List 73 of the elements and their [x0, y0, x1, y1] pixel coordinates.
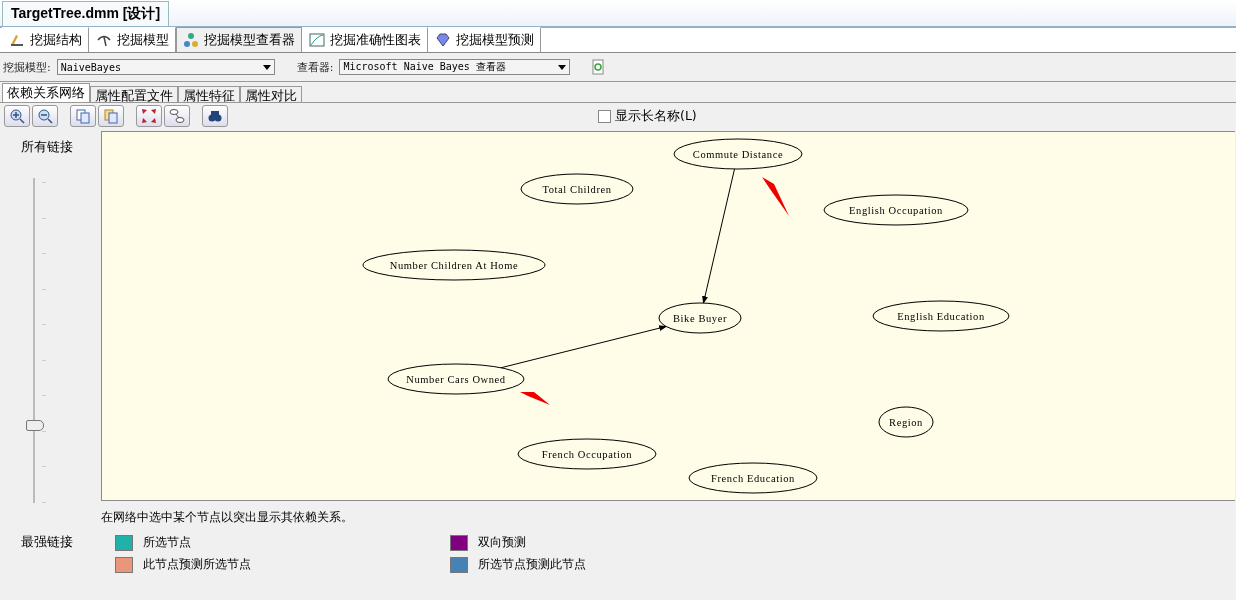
main-tab[interactable]: 挖掘模型 — [89, 27, 176, 52]
main-tab[interactable]: 挖掘模型预测 — [428, 27, 541, 52]
main-tab[interactable]: 挖掘准确性图表 — [302, 27, 428, 52]
tab-label: 挖掘模型查看器 — [204, 31, 295, 49]
view-tab[interactable]: 属性特征 — [178, 86, 240, 102]
diamond-icon — [435, 32, 451, 48]
document-tab[interactable]: TargetTree.dmm [设计] — [2, 1, 170, 26]
graph-node[interactable] — [872, 300, 1010, 332]
legend-label: 双向预测 — [478, 534, 526, 551]
binoculars-icon — [207, 108, 223, 124]
checkbox-label: 显示长名称(L) — [615, 107, 697, 125]
node-label: Commute Distance — [692, 149, 784, 160]
copy-icon — [75, 108, 91, 124]
zoom-in-icon — [9, 108, 25, 124]
hint-text: 在网络中选中某个节点以突出显示其依赖关系。 — [101, 509, 354, 526]
zoom-out-icon — [37, 108, 53, 124]
graph-node[interactable] — [362, 249, 546, 281]
nodes-icon — [169, 108, 185, 124]
fit-button[interactable] — [136, 105, 162, 127]
slider-bottom-label: 最强链接 — [20, 534, 73, 551]
refresh-icon — [590, 59, 607, 75]
main-tab[interactable]: 挖掘结构 — [2, 27, 89, 52]
layout-button[interactable] — [164, 105, 190, 127]
tab-label: 挖掘模型 — [117, 31, 169, 49]
view-tab[interactable]: 属性对比 — [240, 86, 302, 102]
legend-label: 此节点预测所选节点 — [143, 556, 251, 573]
graph-node[interactable] — [658, 302, 742, 334]
tab-label: 挖掘准确性图表 — [330, 31, 421, 49]
graph-node[interactable] — [878, 406, 934, 438]
slider-track[interactable] — [24, 176, 47, 501]
graph-node[interactable] — [387, 363, 525, 395]
node-label: Number Children At Home — [389, 260, 519, 271]
view-tab[interactable]: 属性配置文件 — [90, 86, 178, 102]
legend-label: 所选节点 — [143, 534, 191, 551]
zoom-out-button[interactable] — [32, 105, 58, 127]
viewer-dropdown[interactable]: Microsoft Naive Bayes 查看器 — [339, 59, 571, 75]
viewer-label: 查看器: — [296, 59, 334, 75]
pointer-arrow-icon — [762, 177, 789, 216]
copy-button[interactable] — [70, 105, 96, 127]
model-label: 挖掘模型: — [3, 59, 51, 75]
graph-node[interactable] — [688, 462, 818, 494]
main-tab[interactable]: 挖掘模型查看器 — [176, 27, 302, 52]
graph-node[interactable] — [823, 194, 969, 226]
tab-label: 挖掘模型预测 — [456, 31, 534, 49]
model-dropdown[interactable]: NaiveBayes — [56, 59, 275, 75]
graph-node[interactable] — [517, 438, 657, 470]
view-tab[interactable]: 依赖关系网络 — [2, 83, 90, 102]
chart-icon — [309, 32, 325, 48]
node-label: French Education — [711, 473, 795, 484]
node-label: Region — [889, 417, 923, 428]
find-button[interactable] — [202, 105, 228, 127]
dropdown-arrow-icon — [262, 64, 271, 70]
tab-label: 挖掘结构 — [30, 31, 82, 49]
node-label: Total Children — [542, 184, 612, 195]
ruler-icon — [9, 32, 25, 48]
pointer-arrow-icon — [520, 392, 550, 405]
dropdown-arrow-icon — [558, 64, 567, 70]
zoom-in-button[interactable] — [4, 105, 30, 127]
copy-graph-button[interactable] — [98, 105, 124, 127]
node-label: English Education — [897, 311, 985, 322]
expand-arrows-icon — [141, 108, 157, 124]
legend-label: 所选节点预测此节点 — [478, 556, 586, 573]
node-label: French Occupation — [541, 449, 633, 460]
node-label: Number Cars Owned — [406, 374, 506, 385]
copy-icon — [103, 108, 119, 124]
network-icon — [183, 32, 199, 48]
graph-node[interactable] — [673, 138, 803, 170]
slider-top-label: 所有链接 — [20, 139, 73, 156]
graph-node[interactable] — [520, 173, 634, 205]
node-label: Bike Buyer — [672, 313, 728, 324]
node-label: English Occupation — [849, 205, 943, 216]
slider-thumb[interactable] — [25, 420, 44, 432]
checkbox[interactable] — [598, 109, 611, 123]
